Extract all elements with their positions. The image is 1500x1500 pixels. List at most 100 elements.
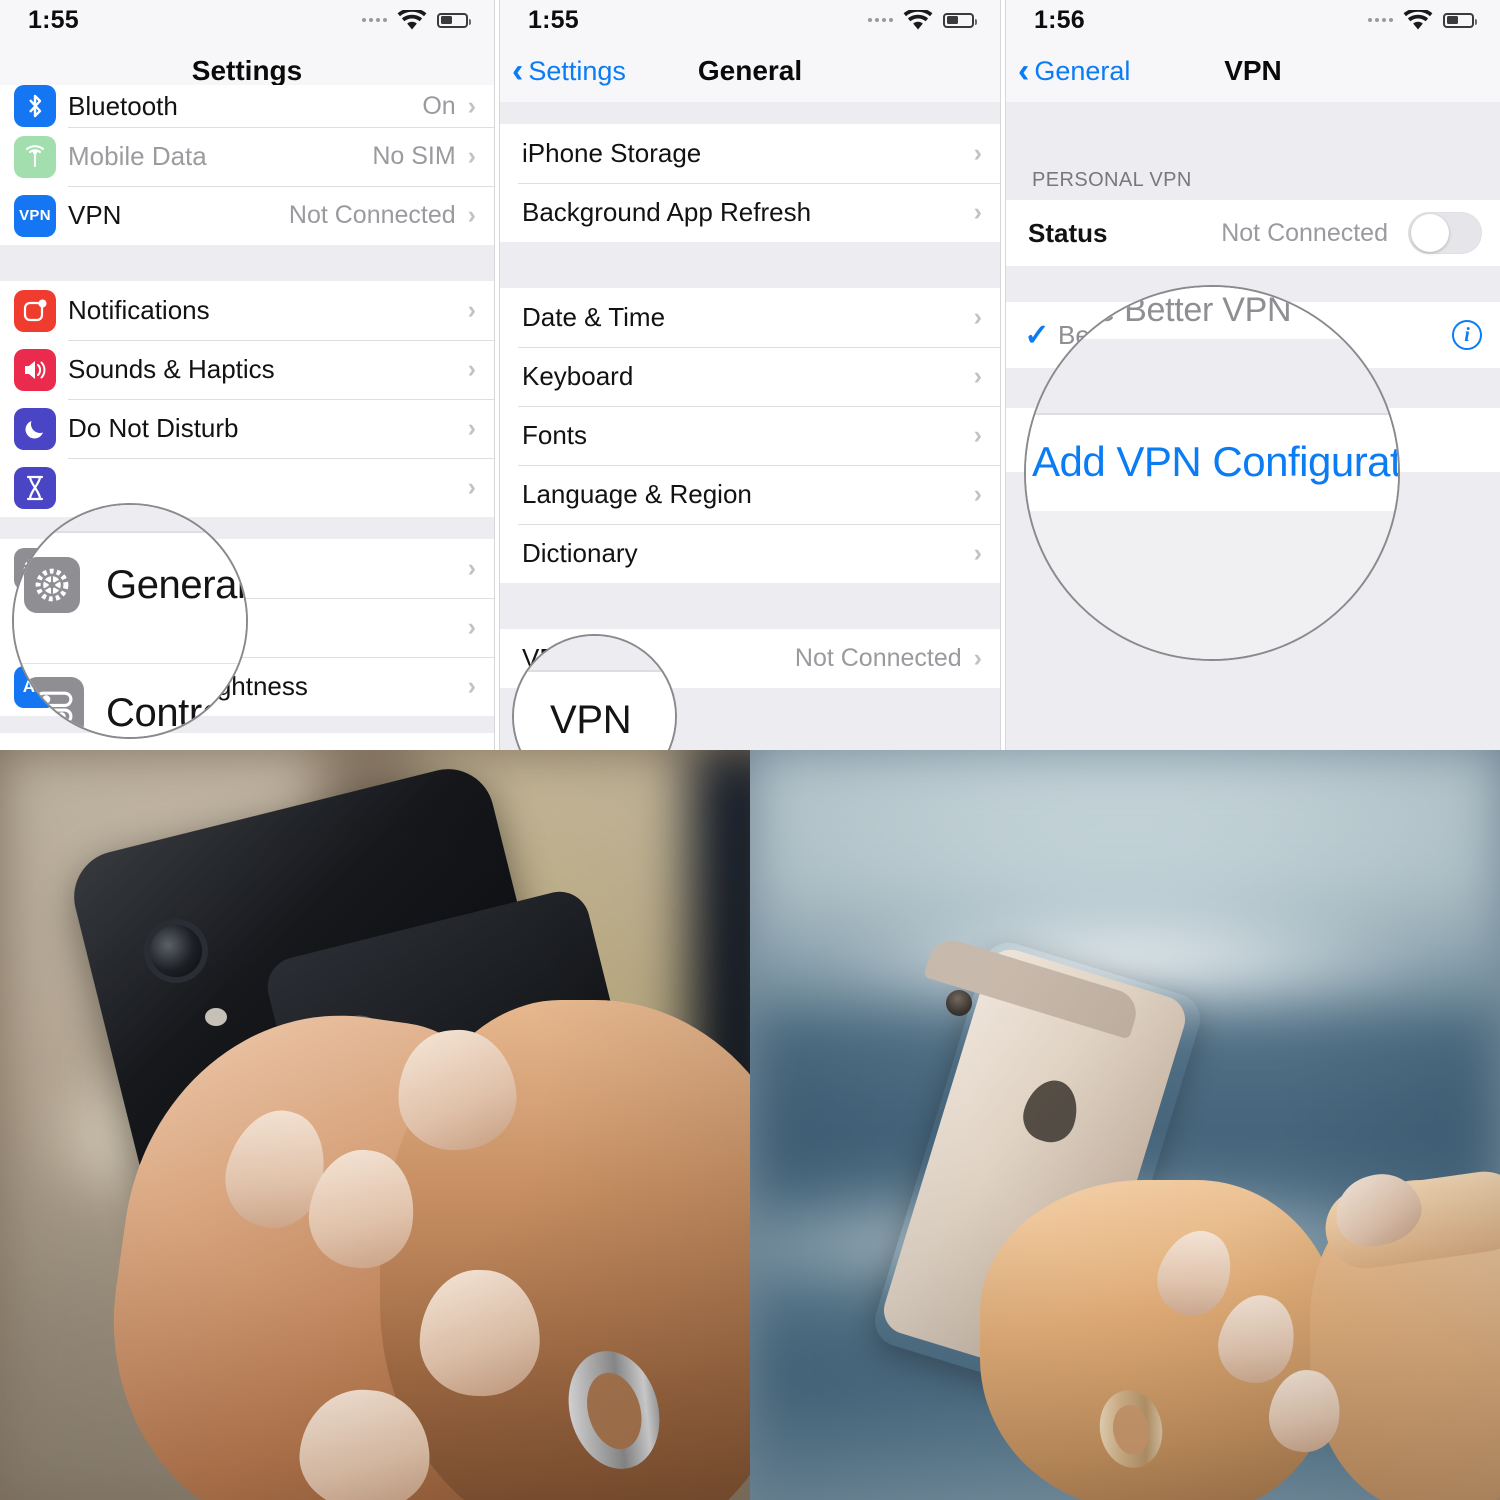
settings-row-value: Not Connected <box>288 201 456 229</box>
settings-group-alerts: Notifications › Sounds & Haptics › Do No… <box>0 281 494 517</box>
settings-row-vpn[interactable]: VPN VPN Not Connected › <box>0 186 494 245</box>
general-row-label: Language & Region <box>522 479 752 509</box>
cellular-icon <box>14 135 56 178</box>
status-bar-vpn: 1:56 <box>1006 0 1500 40</box>
control-centre-icon <box>24 677 84 737</box>
general-row-background-app-refresh[interactable]: Background App Refresh › <box>500 183 1000 242</box>
chevron-right-icon: › <box>973 421 982 449</box>
magnifier-vpn-label: VPN <box>550 698 632 742</box>
magnifier-control-centre-label: Control Centre <box>106 691 246 735</box>
settings-row-label: Mobile Data <box>68 141 207 171</box>
magnifier-add-label: Add VPN Configuration. <box>1032 438 1400 485</box>
settings-row-label: VPN <box>68 200 122 230</box>
chevron-right-icon: › <box>467 672 476 700</box>
vpn-row-status[interactable]: Status Not Connected <box>1006 200 1500 266</box>
back-button-label: General <box>1034 55 1131 86</box>
chevron-right-icon: › <box>973 539 982 567</box>
wifi-icon <box>397 9 427 29</box>
battery-icon <box>943 12 977 28</box>
general-row-keyboard[interactable]: Keyboard › <box>500 347 1000 406</box>
general-row-fonts[interactable]: Fonts › <box>500 406 1000 465</box>
cellular-dots-icon <box>1368 18 1393 22</box>
chevron-right-icon: › <box>467 142 476 170</box>
settings-row-value: No SIM <box>372 142 456 170</box>
chevron-right-icon: › <box>467 355 476 383</box>
chevron-right-icon: › <box>973 480 982 508</box>
bluetooth-icon <box>14 85 56 127</box>
vpn-status-label: Status <box>1028 217 1108 248</box>
notifications-icon <box>14 289 56 332</box>
magnifier-general-label: General <box>106 563 246 607</box>
chevron-right-icon: › <box>467 414 476 442</box>
sounds-icon <box>14 348 56 391</box>
chevron-left-icon: ‹ <box>512 51 524 90</box>
settings-row-label: Bluetooth <box>68 90 178 121</box>
settings-row-mobile-data[interactable]: Mobile Data No SIM › <box>0 127 494 186</box>
magnifier-add-vpn-configuration: Be Better VPN Add VPN Configuration. <box>1024 285 1400 661</box>
back-button-label: Settings <box>528 55 626 86</box>
general-row-label: Background App Refresh <box>522 197 812 227</box>
status-bar-general: 1:55 <box>500 0 1000 40</box>
section-header-personal-vpn: PERSONAL VPN <box>1006 148 1500 200</box>
general-row-iphone-storage[interactable]: iPhone Storage › <box>500 124 1000 183</box>
general-row-dictionary[interactable]: Dictionary › <box>500 524 1000 583</box>
chevron-right-icon: › <box>973 139 982 167</box>
list-gap <box>0 245 494 281</box>
chevron-right-icon: › <box>973 362 982 390</box>
panel-vpn: 1:56 ‹ General VPN PERSONAL VPN Status N… <box>1006 0 1500 750</box>
general-row-label: Dictionary <box>522 538 638 568</box>
chevron-right-icon: › <box>467 201 476 229</box>
wifi-icon <box>903 9 933 29</box>
general-row-label: Date & Time <box>522 302 666 332</box>
settings-row-notifications[interactable]: Notifications › <box>0 281 494 340</box>
settings-row-do-not-disturb[interactable]: Do Not Disturb › <box>0 399 494 458</box>
chevron-right-icon: › <box>467 473 476 501</box>
general-row-label: iPhone Storage <box>522 138 702 168</box>
general-row-language-region[interactable]: Language & Region › <box>500 465 1000 524</box>
chevron-right-icon: › <box>467 296 476 324</box>
nav-bar-vpn: ‹ General VPN <box>1006 40 1500 102</box>
chevron-right-icon: › <box>467 613 476 641</box>
status-time: 1:55 <box>528 5 579 34</box>
chevron-right-icon: › <box>467 91 476 120</box>
general-row-value: Not Connected <box>794 644 962 672</box>
list-gap <box>1006 102 1500 148</box>
moon-icon <box>14 407 56 450</box>
list-gap <box>500 102 1000 124</box>
chevron-right-icon: › <box>973 198 982 226</box>
chevron-left-icon: ‹ <box>1018 51 1030 90</box>
settings-row-sounds-haptics[interactable]: Sounds & Haptics › <box>0 340 494 399</box>
settings-row-bluetooth[interactable]: Bluetooth On › <box>0 85 494 127</box>
battery-icon <box>1443 12 1477 28</box>
list-gap <box>500 242 1000 288</box>
chevron-right-icon: › <box>973 644 982 672</box>
vpn-icon: VPN <box>14 194 56 237</box>
info-icon[interactable]: i <box>1452 320 1482 350</box>
settings-row-label: Sounds & Haptics <box>68 354 275 384</box>
wifi-icon <box>1403 9 1433 29</box>
list-gap <box>500 583 1000 629</box>
photos-row <box>0 750 1500 1500</box>
photo-hands-black-iphone <box>0 750 750 1500</box>
status-time: 1:56 <box>1034 5 1085 34</box>
settings-row-value: On <box>422 91 456 120</box>
vpn-group-status: Status Not Connected <box>1006 200 1500 266</box>
back-button-settings[interactable]: ‹ Settings <box>500 51 626 90</box>
magnifier-vpn: VPN <box>512 634 677 750</box>
chevron-right-icon: › <box>467 554 476 582</box>
general-row-date-time[interactable]: Date & Time › <box>500 288 1000 347</box>
screenshot-collage: 1:55 Settings Bluetooth On › Mobile Data… <box>0 0 1500 1500</box>
status-time: 1:55 <box>28 5 79 34</box>
vpn-status-toggle[interactable] <box>1408 212 1482 254</box>
page-title: Settings <box>191 55 303 86</box>
general-group-locale: Date & Time › Keyboard › Fonts › Languag… <box>500 288 1000 583</box>
general-row-label: Fonts <box>522 420 588 450</box>
settings-group-connectivity: Bluetooth On › Mobile Data No SIM › VPN … <box>0 85 494 245</box>
panel-general: 1:55 ‹ Settings General iPhone Storage ›… <box>500 0 1000 750</box>
photo-hand-gold-iphone-sea <box>750 750 1500 1500</box>
back-button-general[interactable]: ‹ General <box>1006 51 1131 90</box>
battery-icon <box>437 12 471 28</box>
nav-bar-general: ‹ Settings General <box>500 40 1000 102</box>
settings-row-label: Notifications <box>68 295 210 325</box>
general-row-label: Keyboard <box>522 361 634 391</box>
